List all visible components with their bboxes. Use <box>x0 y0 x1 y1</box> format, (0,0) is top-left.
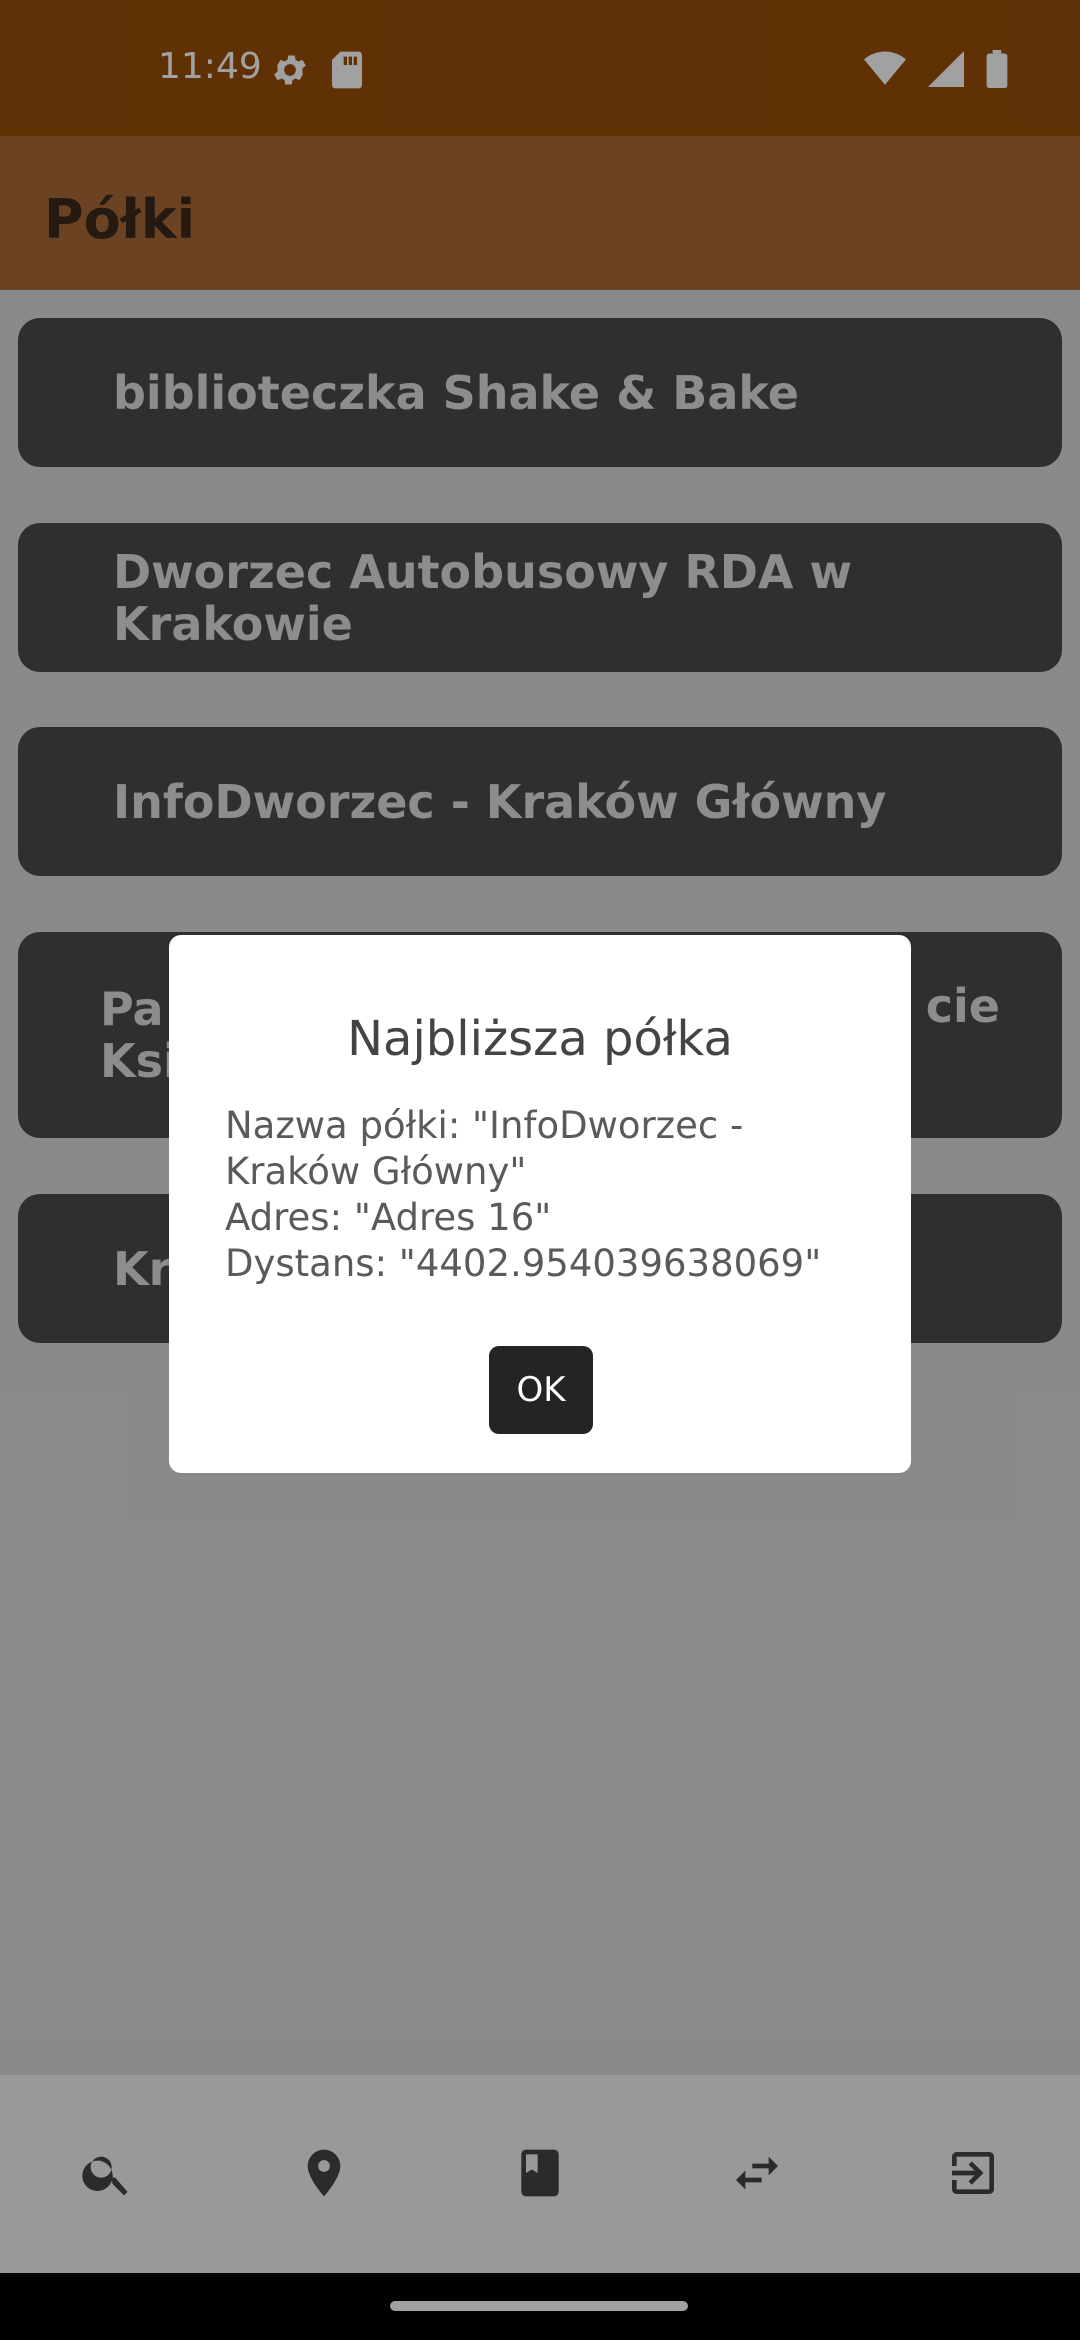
ok-button[interactable]: OK <box>489 1346 593 1434</box>
nearest-shelf-dialog: Najbliższa półka Nazwa półki: "InfoDworz… <box>169 935 911 1473</box>
dialog-shelf-address: Adres: "Adres 16" <box>225 1196 552 1239</box>
dialog-body: Nazwa półki: "InfoDworzec - Kraków Główn… <box>225 1103 865 1287</box>
dialog-shelf-name: Nazwa półki: "InfoDworzec - Kraków Główn… <box>225 1104 744 1193</box>
dialog-shelf-distance: Dystans: "4402.954039638069" <box>225 1242 822 1285</box>
dialog-title: Najbliższa półka <box>347 1011 733 1067</box>
